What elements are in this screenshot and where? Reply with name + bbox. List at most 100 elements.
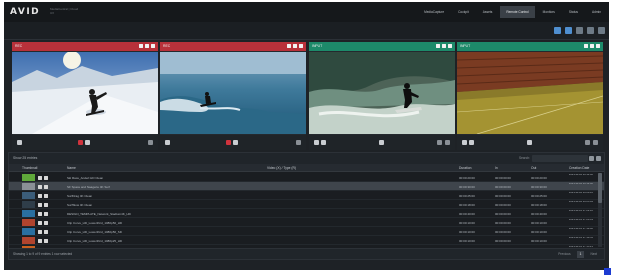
table-row[interactable]: SurfSlow 4K Clean 00:00:18:00 00:00:00:00 0… [9,200,604,209]
link-icon[interactable] [585,140,590,145]
table-header: Thumbnail Name Video (X) / Type (R) Dura… [9,164,604,172]
table-row[interactable]: Ski Race_Anderl HD Clean 00:00:20:00 00:00… [9,173,604,182]
table-row[interactable]: DESIGN_TEMPLATE_Network_Stadium4K_HD 00:0… [9,209,604,218]
edit-icon[interactable] [145,44,149,48]
expand-icon[interactable] [296,140,301,145]
link-icon[interactable] [437,140,442,145]
table-row[interactable]: Clip Curve_HD_Lowerthird_1080p50_HD 00:00… [9,218,604,227]
tab-assets[interactable]: Assets [477,6,499,18]
clip-duration: 00:00:20:00 [459,175,475,180]
fullscreen-icon[interactable] [587,27,594,34]
video-frame-stadium[interactable] [457,52,603,134]
edit-icon[interactable] [442,44,446,48]
camera-icon[interactable] [165,140,170,145]
tab-mediacapture[interactable]: MediaCapture [418,6,450,18]
clip-status-icon [38,229,42,234]
vertical-scrollbar[interactable] [598,173,602,247]
clip-thumbnail [22,192,35,199]
video-frame-surf[interactable] [160,52,306,134]
table-row[interactable]: SF Space and Naagerie 4K Surf 00:00:30:00… [9,182,604,191]
col-thumbnail[interactable]: Thumbnail [22,166,37,171]
maximize-icon[interactable] [151,44,155,48]
search-input[interactable] [532,155,588,162]
audio-icon[interactable] [469,140,474,145]
clip-out: 00:00:30:00 [531,184,547,189]
clip-thumbnail [22,228,35,235]
minimize-icon[interactable] [436,44,440,48]
settings-icon[interactable] [598,27,605,34]
app-window: AVID MediaCentral | Cloud UX MediaCaptur… [4,2,609,270]
list-layout-icon[interactable] [565,27,572,34]
stop-icon[interactable] [527,140,532,145]
monitor-1: REC [12,42,158,150]
tab-status[interactable]: Status [563,6,584,18]
video-frame-wave[interactable] [309,52,455,134]
monitor-controls [160,135,306,150]
clip-out: 00:00:10:00 [531,229,547,234]
expand-icon[interactable] [445,140,450,145]
clip-name: SurfSlow 4K Clean [67,202,93,207]
minimize-icon[interactable] [139,44,143,48]
entries-selector[interactable]: Show 25 entries [13,156,37,161]
clip-type-icon [44,175,48,180]
clip-duration: 00:00:25:00 [459,193,475,198]
monitor-header: REC [160,42,306,51]
page-1-button[interactable]: 1 [576,251,585,258]
prev-page-button[interactable]: Previous [555,251,573,258]
col-name[interactable]: Name [67,166,76,171]
clip-in: 00:00:00:00 [495,202,511,207]
video-frame-ski[interactable] [12,52,158,134]
stop-icon[interactable] [233,140,238,145]
monitor-controls [457,135,603,150]
clip-status-icon [38,184,42,189]
monitor-title: REC [163,44,171,48]
audio-icon[interactable] [321,140,326,145]
camera-icon[interactable] [314,140,319,145]
filter-icon[interactable] [596,156,601,161]
maximize-icon[interactable] [299,44,303,48]
camera-icon[interactable] [462,140,467,145]
clip-name: SF Space and Naagerie 4K Surf [67,184,110,189]
col-out[interactable]: Out [531,166,536,171]
refresh-icon[interactable] [589,156,594,161]
col-duration[interactable]: Duration [459,166,471,171]
col-creation-date[interactable]: Creation Date [569,166,589,171]
view-toolbar [4,22,609,40]
tab-remote-control[interactable]: Remote Control [500,6,535,18]
clip-thumbnail [22,219,35,226]
browser-footer: Showing 1 to 9 of 9 entries 1 row select… [9,248,604,259]
table-row[interactable]: SurfDrag 4K Clean 00:00:25:00 00:00:00:00 0… [9,191,604,200]
tab-monitors[interactable]: Monitors [537,6,561,18]
tab-cockpit[interactable]: Cockpit [452,6,475,18]
expand-icon[interactable] [593,140,598,145]
record-icon[interactable] [78,140,83,145]
monitor-2: REC [160,42,306,150]
table-row[interactable]: Clip Curve_HD_Lowerthird_1080p50_SD 00:00… [9,227,604,236]
expand-icon[interactable] [148,140,153,145]
monitor-title: INPUT [460,44,471,48]
maximize-icon[interactable] [596,44,600,48]
clip-thumbnail [22,174,35,181]
grid-layout-icon[interactable] [554,27,561,34]
tab-admin[interactable]: Admin [586,6,607,18]
split-layout-icon[interactable] [576,27,583,34]
stop-icon[interactable] [85,140,90,145]
minimize-icon[interactable] [287,44,291,48]
camera-icon[interactable] [17,140,22,145]
record-icon[interactable] [226,140,231,145]
col-video[interactable]: Video (X) / Type (R) [267,166,296,171]
edit-icon[interactable] [590,44,594,48]
col-in[interactable]: In [495,166,498,171]
edit-icon[interactable] [293,44,297,48]
minimize-icon[interactable] [584,44,588,48]
clip-name: SurfDrag 4K Clean [67,193,93,198]
maximize-icon[interactable] [448,44,452,48]
clip-thumbnail [22,210,35,217]
monitor-header: INPUT [457,42,603,51]
table-row[interactable]: Clip Curve_HD_Lowerthird_1080p25_HD 00:00… [9,236,604,245]
stop-icon[interactable] [379,140,384,145]
next-page-button[interactable]: Next [587,251,600,258]
clip-creation-date: 2021-11-25 17:20:03 [569,218,593,221]
clip-thumbnail [22,201,35,208]
product-name: MediaCentral | Cloud UX [50,7,79,15]
